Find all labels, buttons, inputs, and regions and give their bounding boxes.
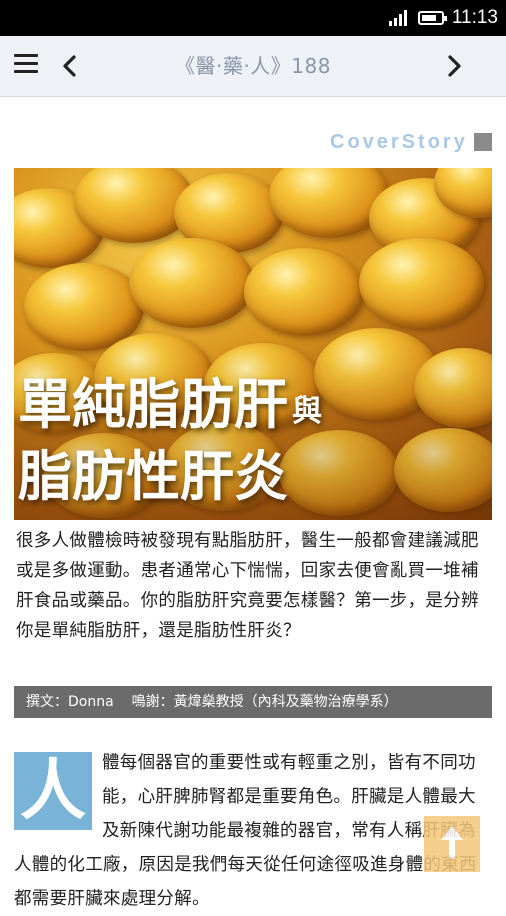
intro-paragraph: 很多人做體檢時被發現有點脂肪肝，醫生一般都會建議減肥或是多做運動。患者通常心下惴… [16,531,479,641]
signal-icon [388,10,407,26]
hero-title-line1: 單純脂肪肝與 [18,373,322,436]
battery-icon [417,11,447,25]
section-marker [474,133,492,151]
arrow-up-icon[interactable] [424,816,480,872]
hero-title-line2: 脂肪性肝炎 [18,445,288,508]
status-icons: 11:13 [388,0,498,36]
dropcap: 人 [14,752,92,830]
credit-author: 撰文：Donna [26,694,114,710]
section-label: CoverStory [330,131,468,153]
chevron-right-icon[interactable] [442,51,466,81]
app-bar: 《醫‧藥‧人》188 [0,36,506,97]
chevron-left-icon[interactable] [58,51,82,81]
status-bar: 11:13 [0,0,506,36]
hamburger-menu-icon[interactable] [14,54,38,76]
hero-title-conjunction: 與 [292,394,322,430]
credit-thanks: 鳴謝：黃煒燊教授（內科及藥物治療學系） [131,694,398,710]
status-time: 11:13 [451,7,498,28]
credit-bar: 撰文：Donna 鳴謝：黃煒燊教授（內科及藥物治療學系） [14,686,492,718]
